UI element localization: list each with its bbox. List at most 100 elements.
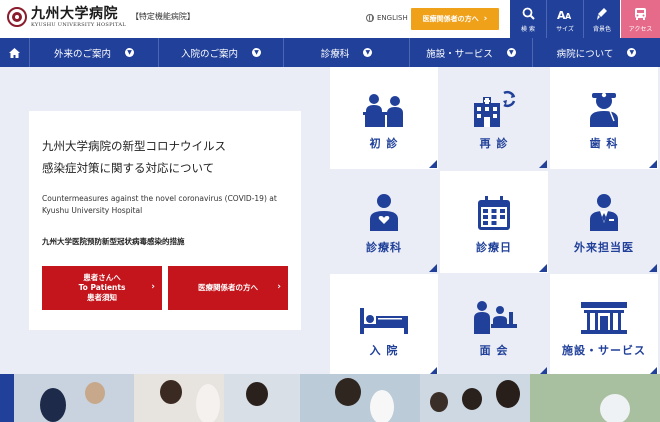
facility-icon [581,294,627,334]
notice-chinese: 九州大学医院预防新型冠状病毒感染的措施 [42,237,185,246]
chevron-down-icon: ▼ [252,48,261,57]
tile-departments[interactable]: 診療科 [330,171,438,273]
tile-first-visit[interactable]: 初 診 [330,67,438,169]
notice-title-line2: 感染症対策に関する対応について [42,161,215,175]
nav-facilities-label: 施設・サービス [426,48,493,60]
bus-icon [634,6,647,22]
notice-title[interactable]: 九州大学病院の新型コロナウイルス 感染症対策に関する対応について [42,135,292,179]
corner-arrow-icon [539,264,547,272]
tile-outpatient-doctors-label: 外来担当医 [574,241,634,254]
nav-about[interactable]: 病院について ▼ [533,38,660,67]
site-header: 九州大学病院 KYUSHU UNIVERSITY HOSPITAL 【特定機能病… [0,0,660,38]
logo-tag: 【特定機能病院】 [130,12,195,21]
tile-dentistry[interactable]: 歯 科 [550,67,658,169]
department-icon [368,191,400,231]
font-size-button[interactable]: AA サイズ [547,0,583,38]
logo-subtitle: KYUSHU UNIVERSITY HOSPITAL [31,22,126,28]
photo-person [335,378,361,406]
photo-person [246,382,268,406]
nav-inpatient[interactable]: 入院のご案内 ▼ [159,38,284,67]
corner-arrow-icon [429,160,437,168]
access-label: アクセス [628,25,653,33]
covid-notice-card: 九州大学病院の新型コロナウイルス 感染症対策に関する対応について Counter… [29,111,301,330]
chevron-right-icon: › [483,14,488,24]
home-icon [9,43,20,62]
background-color-icon [596,6,608,22]
calendar-icon [477,191,511,231]
home-button[interactable] [0,38,30,67]
background-color-label: 背景色 [592,25,611,33]
to-professionals-button[interactable]: 医療関係者の方へ › [168,266,288,310]
photo-person [600,394,630,422]
photo-person [160,380,182,404]
medical-professionals-button[interactable]: 医療関係者の方へ › [411,8,499,30]
photo-person [462,388,482,410]
tile-facilities-label: 施設・サービス [562,344,646,357]
nav-about-label: 病院について [556,48,614,60]
chevron-right-icon: › [277,282,281,292]
nav-departments-label: 診療科 [320,48,350,60]
chevron-down-icon: ▼ [363,48,373,57]
nav-outpatient-label: 外来のご案内 [53,48,111,60]
to-patients-line2: To Patients [78,283,126,292]
dentistry-icon [584,87,624,127]
photo-person [370,390,394,422]
tile-admission-label: 入 院 [369,344,399,357]
to-patients-button[interactable]: 患者さんへ To Patients 患者須知 › [42,266,162,310]
search-label: 検 索 [521,25,535,33]
tile-admission[interactable]: 入 院 [330,274,438,376]
tile-dentistry-label: 歯 科 [589,137,619,150]
to-patients-line1: 患者さんへ [83,273,121,282]
tile-visiting-label: 面 会 [479,344,509,357]
search-button[interactable]: 検 索 [510,0,546,38]
search-icon [522,6,535,22]
logo-title: 九州大学病院 [31,6,118,22]
hospital-logo[interactable]: 九州大学病院 KYUSHU UNIVERSITY HOSPITAL 【特定機能病… [7,6,195,29]
tile-revisit[interactable]: 再 診 [440,67,548,169]
medical-professionals-label: 医療関係者の方へ [422,15,479,23]
revisit-icon [472,87,516,127]
globe-icon [366,14,374,22]
language-label: ENGLISH [377,14,408,22]
first-visit-icon [363,87,405,127]
staff-photo-banner [0,374,660,422]
chevron-down-icon: ▼ [125,48,134,57]
access-button[interactable]: アクセス [621,0,660,38]
chevron-down-icon: ▼ [506,48,516,57]
font-size-icon: AA [557,6,573,22]
photo-person [196,384,220,422]
corner-arrow-icon [429,264,437,272]
photo-left-bar [0,374,14,422]
font-size-label: サイズ [556,25,574,33]
main-content: 九州大学病院の新型コロナウイルス 感染症対策に関する対応について Counter… [0,67,660,376]
nav-facilities[interactable]: 施設・サービス ▼ [410,38,533,67]
photo-panel-6 [530,374,660,422]
language-switch[interactable]: ENGLISH [366,14,408,22]
photo-person [40,388,66,422]
tile-visiting[interactable]: 面 会 [440,274,548,376]
corner-arrow-icon [649,160,657,168]
logo-emblem-icon [7,7,27,27]
corner-arrow-icon [649,264,657,272]
tile-facilities[interactable]: 施設・サービス [550,274,658,376]
hospital-bed-icon [360,294,408,334]
notice-english: Countermeasures against the novel corona… [42,194,277,215]
doctor-icon [588,191,620,231]
visit-icon [471,294,517,334]
corner-arrow-icon [539,160,547,168]
tile-outpatient-doctors[interactable]: 外来担当医 [550,171,658,273]
notice-title-line1: 九州大学病院の新型コロナウイルス [42,139,226,153]
nav-departments[interactable]: 診療科 ▼ [284,38,410,67]
photo-person [430,392,448,412]
photo-person [496,380,520,408]
nav-outpatient[interactable]: 外来のご案内 ▼ [30,38,159,67]
svg-text:A: A [565,12,572,20]
chevron-right-icon: › [151,282,155,292]
tile-departments-label: 診療科 [366,241,402,254]
tile-consultation-days[interactable]: 診療日 [440,171,548,273]
tile-revisit-label: 再 診 [479,137,509,150]
to-professionals-label: 医療関係者の方へ [198,283,258,292]
photo-person [85,382,105,404]
photo-panel-1 [14,374,134,422]
background-color-button[interactable]: 背景色 [584,0,620,38]
